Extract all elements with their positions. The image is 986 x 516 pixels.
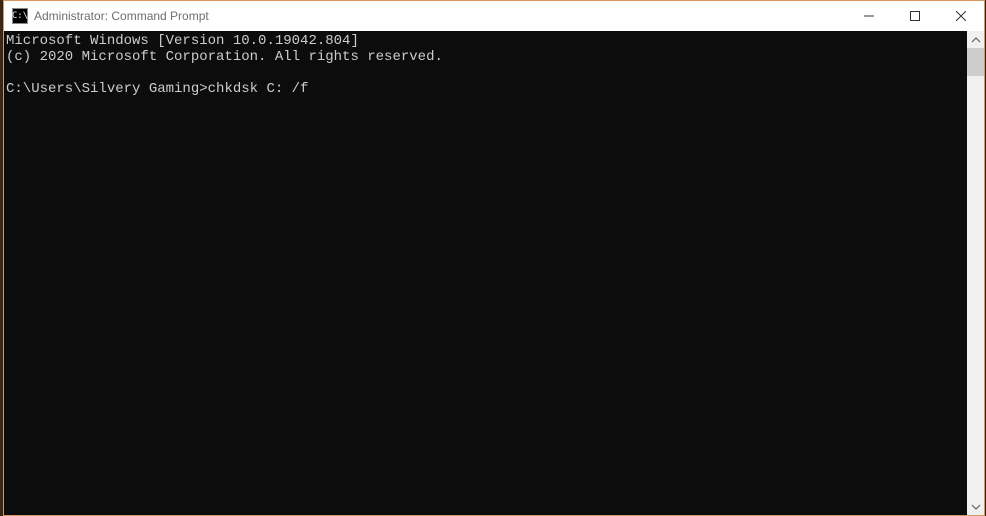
command-text: chkdsk C: /f [208, 81, 309, 97]
vertical-scrollbar[interactable] [967, 31, 984, 515]
window-title: Administrator: Command Prompt [34, 9, 209, 23]
prompt-text: C:\Users\Silvery Gaming> [6, 81, 208, 97]
maximize-icon [910, 11, 920, 21]
command-prompt-window: C:\ Administrator: Command Prompt Micros… [3, 0, 985, 516]
close-icon [956, 11, 966, 21]
close-button[interactable] [938, 1, 984, 31]
minimize-button[interactable] [846, 1, 892, 31]
output-line-version: Microsoft Windows [Version 10.0.19042.80… [6, 33, 359, 49]
terminal-output[interactable]: Microsoft Windows [Version 10.0.19042.80… [4, 31, 967, 515]
app-icon: C:\ [12, 8, 28, 24]
app-icon-text: C:\ [12, 11, 28, 21]
chevron-down-icon [971, 502, 981, 512]
minimize-icon [864, 11, 874, 21]
client-area: Microsoft Windows [Version 10.0.19042.80… [4, 31, 984, 515]
scrollbar-track[interactable] [967, 48, 984, 498]
prompt-line: C:\Users\Silvery Gaming>chkdsk C: /f [6, 81, 316, 97]
scroll-down-button[interactable] [967, 498, 984, 515]
text-cursor [308, 83, 316, 97]
output-line-copyright: (c) 2020 Microsoft Corporation. All righ… [6, 49, 443, 65]
scroll-up-button[interactable] [967, 31, 984, 48]
titlebar[interactable]: C:\ Administrator: Command Prompt [4, 1, 984, 31]
scrollbar-thumb[interactable] [967, 48, 984, 76]
maximize-button[interactable] [892, 1, 938, 31]
chevron-up-icon [971, 35, 981, 45]
